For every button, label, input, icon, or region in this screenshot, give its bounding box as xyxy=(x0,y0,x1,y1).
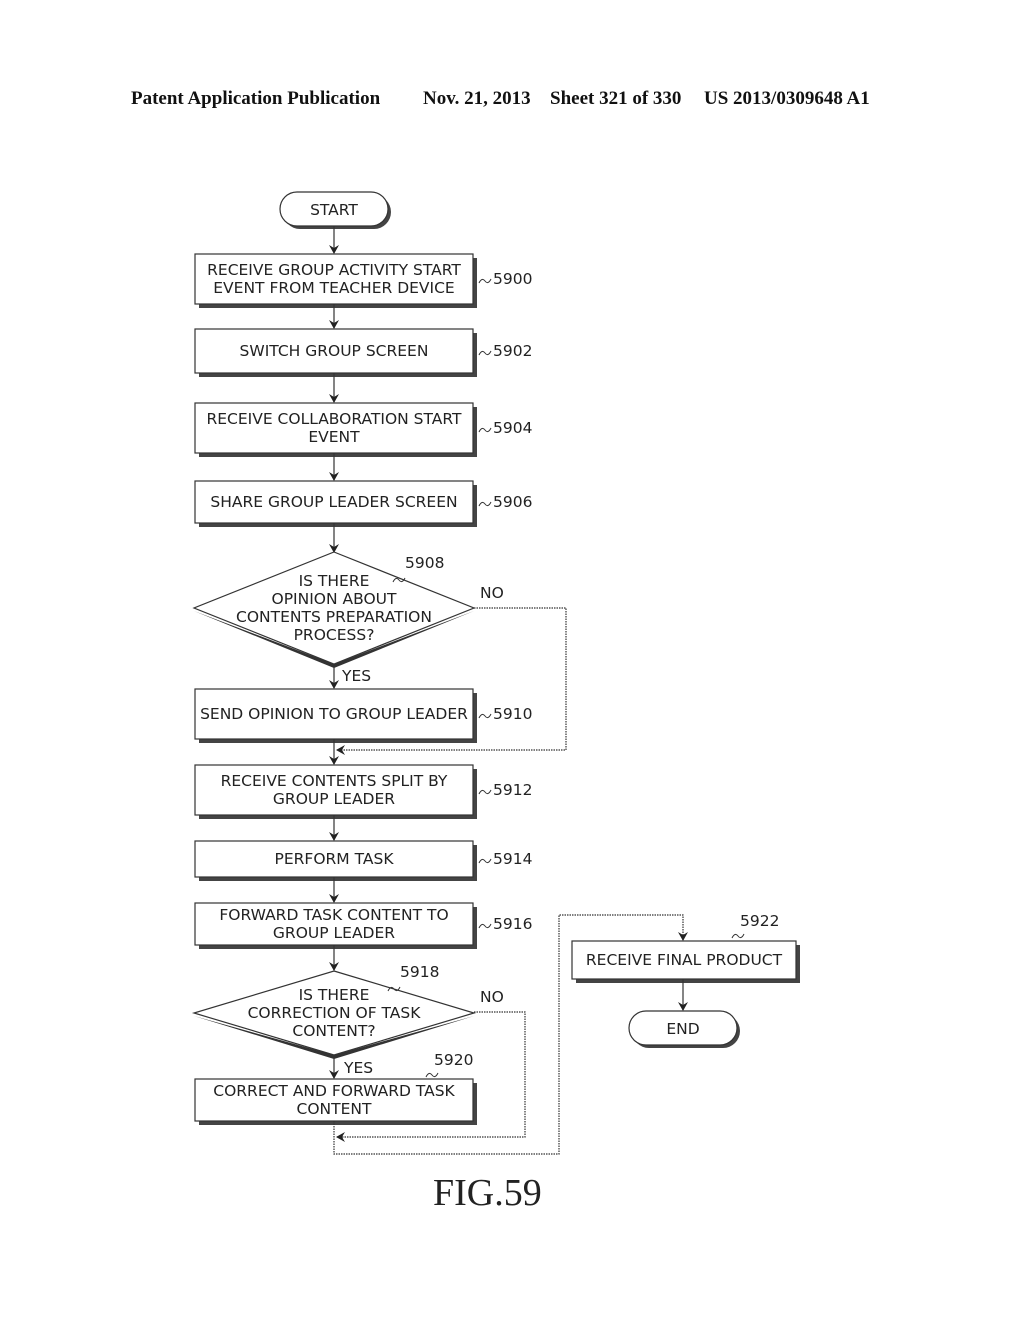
step-text: SWITCH GROUP SCREEN xyxy=(240,342,429,360)
step-text: FORWARD TASK CONTENT TO xyxy=(219,906,448,924)
leader-squiggle xyxy=(478,713,492,719)
step-text: GROUP LEADER xyxy=(273,790,395,808)
step-text: SEND OPINION TO GROUP LEADER xyxy=(200,705,468,723)
leader-squiggle xyxy=(478,278,492,284)
decision-text: CONTENTS PREPARATION xyxy=(236,608,432,626)
step-ref-number: 5914 xyxy=(493,850,532,868)
flowchart: STARTRECEIVE GROUP ACTIVITY STARTEVENT F… xyxy=(191,191,800,1214)
step-text: SHARE GROUP LEADER SCREEN xyxy=(210,493,457,511)
leader-squiggle xyxy=(478,923,492,929)
decision-text: CONTENT? xyxy=(292,1022,375,1040)
decision-text: CORRECTION OF TASK xyxy=(248,1004,422,1022)
step-text: GROUP LEADER xyxy=(273,924,395,942)
decision-text: PROCESS? xyxy=(294,626,375,644)
step-text: EVENT FROM TEACHER DEVICE xyxy=(213,279,454,297)
leader-squiggle xyxy=(425,1072,439,1078)
figure-label: FIG.59 xyxy=(433,1172,542,1214)
leader-squiggle xyxy=(478,789,492,795)
leader-squiggle xyxy=(731,933,745,939)
leader-squiggle xyxy=(478,858,492,864)
decision-ref-number: 5908 xyxy=(405,554,444,572)
yes-label: YES xyxy=(341,667,371,685)
leader-squiggle xyxy=(478,427,492,433)
step-ref-number: 5920 xyxy=(434,1051,473,1069)
step-ref-number: 5904 xyxy=(493,419,532,437)
step-text: RECEIVE GROUP ACTIVITY START xyxy=(207,261,461,279)
step-text: CONTENT xyxy=(297,1100,372,1118)
step-ref-number: 5922 xyxy=(740,912,779,930)
leader-squiggle xyxy=(478,501,492,507)
leader-squiggle xyxy=(478,350,492,356)
step-text: PERFORM TASK xyxy=(275,850,395,868)
decision-text: IS THERE xyxy=(299,572,370,590)
step-text: RECEIVE COLLABORATION START xyxy=(206,410,462,428)
step-ref-number: 5910 xyxy=(493,705,532,723)
start-terminal-label: START xyxy=(310,201,358,219)
step-ref-number: 5902 xyxy=(493,342,532,360)
yes-label: YES xyxy=(343,1059,373,1077)
step-ref-number: 5906 xyxy=(493,493,532,511)
no-label: NO xyxy=(480,988,504,1006)
decision-text: IS THERE xyxy=(299,986,370,1004)
end-terminal-label: END xyxy=(666,1020,699,1038)
step-text: RECEIVE FINAL PRODUCT xyxy=(586,951,783,969)
step-ref-number: 5912 xyxy=(493,781,532,799)
step-text: CORRECT AND FORWARD TASK xyxy=(213,1082,455,1100)
step-ref-number: 5900 xyxy=(493,270,532,288)
step-ref-number: 5916 xyxy=(493,915,532,933)
decision-ref-number: 5918 xyxy=(400,963,439,981)
step-text: EVENT xyxy=(308,428,360,446)
no-label: NO xyxy=(480,584,504,602)
step-text: RECEIVE CONTENTS SPLIT BY xyxy=(221,772,448,790)
decision-text: OPINION ABOUT xyxy=(272,590,398,608)
